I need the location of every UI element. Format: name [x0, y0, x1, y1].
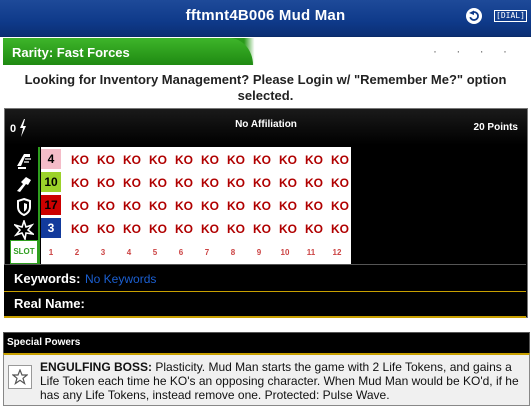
defense-click-3: KO [97, 199, 115, 213]
click-number-9: 9 [256, 248, 262, 257]
rarity-dots: · · · · [433, 44, 515, 58]
damage-click-8: KO [227, 222, 245, 236]
damage-click-7: KO [201, 222, 219, 236]
damage-value: 3 [41, 218, 61, 238]
star-icon [12, 369, 28, 385]
defense-shield-icon [17, 197, 31, 217]
click-number-12: 12 [332, 248, 342, 257]
card-header: 0 No Affiliation 20 Points [5, 109, 527, 145]
defense-click-10: KO [279, 199, 297, 213]
attack-click-8: KO [227, 176, 245, 190]
defense-click-4: KO [123, 199, 141, 213]
special-powers-title: Special Powers [7, 337, 81, 348]
speed-click-10: KO [279, 153, 297, 167]
defense-click-5: KO [149, 199, 167, 213]
keywords-label: Keywords: [14, 271, 81, 286]
dial-button[interactable]: [DIAL] [494, 10, 527, 22]
damage-click-2: KO [71, 222, 89, 236]
rarity-bar: Rarity: Fast Forces · · · · [3, 38, 527, 65]
click-number-11: 11 [306, 248, 316, 257]
defense-click-6: KO [175, 199, 193, 213]
speed-click-12: KO [331, 153, 349, 167]
damage-click-4: KO [123, 222, 141, 236]
real-name-bar: Real Name: [4, 292, 526, 318]
login-message: Looking for Inventory Management? Please… [24, 72, 507, 103]
defense-click-11: KO [305, 199, 323, 213]
click-number-7: 7 [204, 248, 210, 257]
speed-click-2: KO [71, 153, 89, 167]
dial-row-defense: 17 KO KO KO KO KO KO KO KO KO KO KO [41, 195, 351, 217]
attack-click-4: KO [123, 176, 141, 190]
attack-click-11: KO [305, 176, 323, 190]
attack-click-6: KO [175, 176, 193, 190]
attack-click-2: KO [71, 176, 89, 190]
attack-value: 10 [41, 172, 61, 192]
special-power-item: ENGULFING BOSS: Plasticity. Mud Man star… [3, 353, 530, 406]
combat-dial: 4 KO KO KO KO KO KO KO KO KO KO KO 10 KO KO KO KO KO KO… [41, 147, 351, 265]
click-number-2: 2 [74, 248, 80, 257]
speed-click-11: KO [305, 153, 323, 167]
damage-click-9: KO [253, 222, 271, 236]
back-arrow-icon [469, 10, 479, 21]
speed-boot-icon [17, 154, 31, 169]
speed-click-9: KO [253, 153, 271, 167]
click-number-6: 6 [178, 248, 184, 257]
defense-value: 17 [41, 195, 61, 215]
click-number-row: 1 2 3 4 5 6 7 8 9 10 11 12 [41, 244, 351, 266]
damage-click-12: KO [331, 222, 349, 236]
speed-click-5: KO [149, 153, 167, 167]
speed-value: 4 [41, 149, 61, 169]
affiliation-label: No Affiliation [235, 119, 297, 130]
page-title: fftmnt4B006 Mud Man [185, 7, 346, 24]
defense-click-12: KO [331, 199, 349, 213]
dial-row-speed: 4 KO KO KO KO KO KO KO KO KO KO KO [41, 149, 351, 171]
damage-click-10: KO [279, 222, 297, 236]
click-number-1: 1 [48, 248, 54, 257]
defense-click-2: KO [71, 199, 89, 213]
speed-click-3: KO [97, 153, 115, 167]
speed-click-6: KO [175, 153, 193, 167]
click-number-3: 3 [100, 248, 106, 257]
real-name-label: Real Name: [14, 296, 85, 311]
speed-click-4: KO [123, 153, 141, 167]
slot-label: SLOT [10, 240, 38, 264]
back-button[interactable] [466, 8, 482, 24]
rarity-label: Rarity: Fast Forces [12, 45, 130, 60]
power-name: ENGULFING BOSS: [40, 360, 153, 374]
defense-click-7: KO [201, 199, 219, 213]
attack-click-10: KO [279, 176, 297, 190]
title-bar: fftmnt4B006 Mud Man [DIAL] [0, 0, 531, 37]
power-description: ENGULFING BOSS: Plasticity. Mud Man star… [40, 360, 524, 402]
damage-click-6: KO [175, 222, 193, 236]
attack-fist-icon [17, 177, 31, 192]
points-value: 20 Points [473, 122, 518, 133]
attack-click-3: KO [97, 176, 115, 190]
dial-row-damage: 3 KO KO KO KO KO KO KO KO KO KO KO [41, 218, 351, 240]
damage-click-3: KO [97, 222, 115, 236]
defense-click-8: KO [227, 199, 245, 213]
attack-click-7: KO [201, 176, 219, 190]
power-icon-box [8, 365, 32, 389]
click-number-4: 4 [126, 248, 132, 257]
click-number-8: 8 [230, 248, 236, 257]
keywords-value[interactable]: No Keywords [85, 272, 156, 286]
dial-row-attack: 10 KO KO KO KO KO KO KO KO KO KO KO [41, 172, 351, 194]
click-number-10: 10 [280, 248, 290, 257]
damage-starburst-icon [14, 220, 34, 240]
attack-click-9: KO [253, 176, 271, 190]
attack-click-12: KO [331, 176, 349, 190]
damage-click-11: KO [305, 222, 323, 236]
keywords-bar: Keywords: No Keywords [4, 264, 526, 293]
click-number-5: 5 [152, 248, 158, 257]
speed-click-7: KO [201, 153, 219, 167]
defense-click-9: KO [253, 199, 271, 213]
damage-click-5: KO [149, 222, 167, 236]
attack-click-5: KO [149, 176, 167, 190]
special-powers-header: Special Powers [3, 332, 530, 354]
speed-click-8: KO [227, 153, 245, 167]
